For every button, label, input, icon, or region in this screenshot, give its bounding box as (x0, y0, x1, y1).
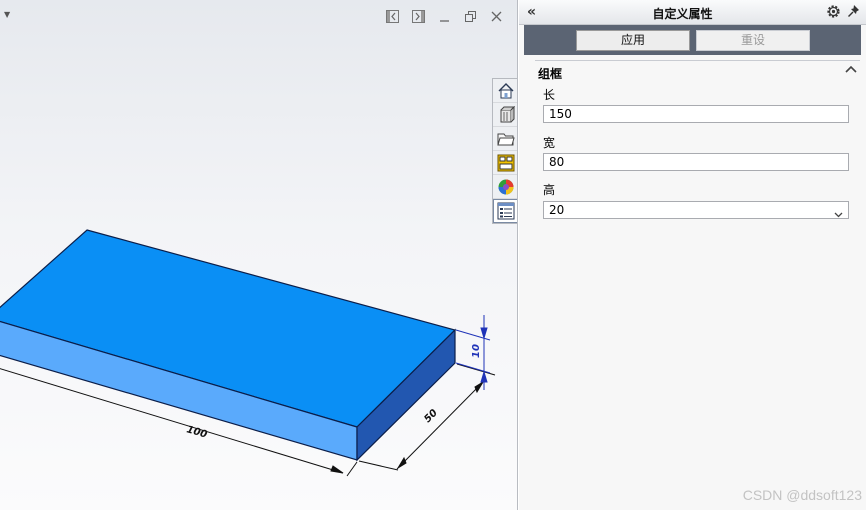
height-select[interactable]: 20 (543, 201, 849, 219)
home-icon[interactable] (493, 79, 517, 103)
pin-icon[interactable] (847, 4, 861, 22)
task-pane-tabs (492, 78, 517, 224)
panel-header: « 自定义属性 (519, 0, 866, 25)
folder-icon[interactable] (493, 127, 517, 151)
chevron-down-icon[interactable] (834, 206, 843, 222)
apply-button[interactable]: 应用 (576, 30, 690, 51)
length-input[interactable]: 150 (543, 105, 849, 123)
gear-icon[interactable] (825, 3, 842, 23)
design-library-icon[interactable] (493, 151, 517, 175)
length-dimension-label[interactable]: 100 (185, 424, 208, 440)
width-dimension-label[interactable]: 50 (422, 407, 440, 425)
length-label: 长 (543, 88, 556, 102)
appearance-icon[interactable] (493, 175, 517, 199)
group-box-header[interactable]: 组框 (535, 60, 860, 82)
action-button-bar: 应用 重设 (524, 25, 861, 55)
height-dimension-label[interactable]: 10 (471, 344, 482, 358)
graphics-viewport[interactable]: ▼ 100 50 10 (0, 0, 518, 510)
box-model[interactable]: 100 50 10 (0, 0, 518, 510)
width-label: 宽 (543, 136, 556, 150)
parts-icon[interactable] (493, 103, 517, 127)
width-input[interactable]: 80 (543, 153, 849, 171)
reset-button[interactable]: 重设 (696, 30, 810, 51)
group-box-title: 组框 (538, 67, 563, 81)
custom-properties-icon[interactable] (493, 199, 517, 223)
panel-title: 自定义属性 (652, 7, 713, 21)
watermark: CSDN @ddsoft123 (742, 487, 862, 503)
chevron-up-icon[interactable] (844, 63, 858, 78)
height-select-value: 20 (549, 203, 565, 217)
custom-properties-panel: « 自定义属性 应用 重设 组框 长 150 宽 80 高 20 CSDN @d… (519, 0, 866, 510)
height-label: 高 (543, 183, 556, 197)
